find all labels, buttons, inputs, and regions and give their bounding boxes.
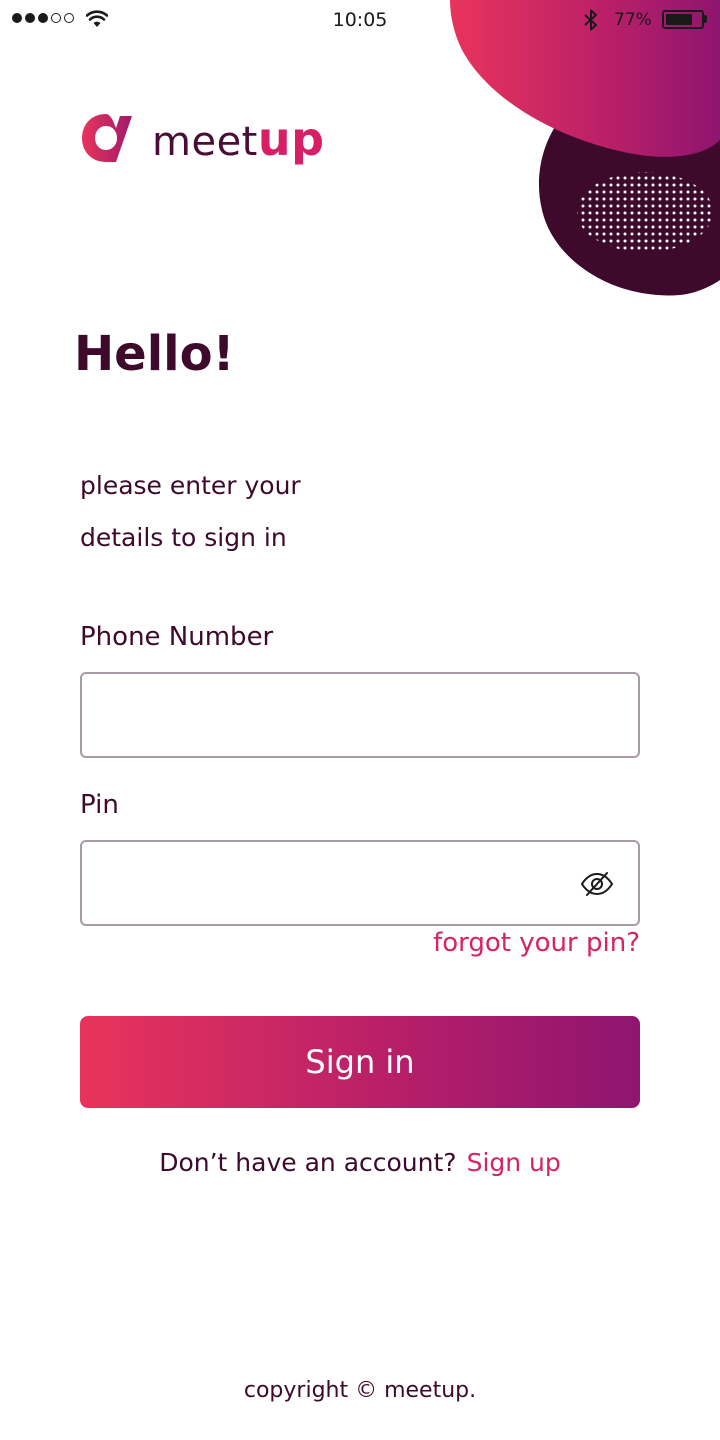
meetup-logo: meetup: [80, 112, 325, 164]
sign-in-button[interactable]: Sign in: [80, 1016, 640, 1108]
eye-slash-icon[interactable]: [580, 870, 614, 898]
phone-number-label: Phone Number: [80, 622, 274, 652]
page-title: Hello!: [74, 326, 235, 382]
signup-prompt-row: Don’t have an account? Sign up: [0, 1148, 720, 1177]
phone-number-input[interactable]: [82, 674, 638, 756]
logo-wordmark: meetup: [152, 112, 325, 166]
battery-tip: [704, 15, 707, 23]
pin-label: Pin: [80, 790, 119, 820]
sign-up-link[interactable]: Sign up: [467, 1148, 561, 1177]
copyright-footer: copyright © meetup.: [243, 1378, 477, 1403]
battery-percent: 77%: [614, 10, 652, 30]
decorative-blobs: [450, 0, 720, 296]
status-bar: 10:05 77%: [0, 0, 720, 40]
signup-prompt-text: Don’t have an account?: [159, 1148, 457, 1177]
meetup-logo-mark-icon: [82, 114, 132, 162]
pin-input[interactable]: [82, 842, 638, 924]
status-time: 10:05: [332, 9, 388, 31]
page-subtitle: please enter your details to sign in: [80, 471, 301, 552]
pin-field: [80, 840, 640, 926]
forgot-pin-link[interactable]: forgot your pin?: [433, 928, 640, 958]
bluetooth-icon: [584, 9, 597, 31]
phone-number-field: [80, 672, 640, 758]
battery-icon: [662, 10, 704, 29]
battery-level-fill: [666, 14, 692, 25]
